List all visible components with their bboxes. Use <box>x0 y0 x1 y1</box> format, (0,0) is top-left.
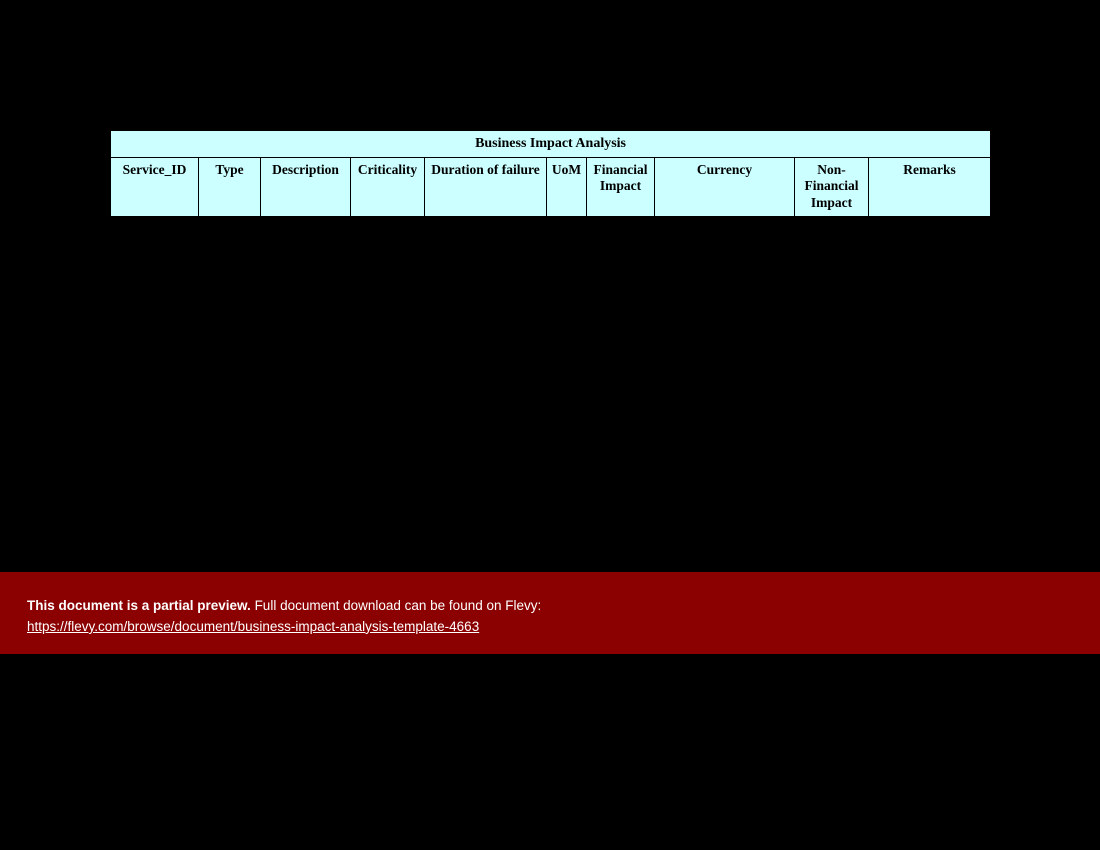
col-remarks: Remarks <box>869 157 991 217</box>
bia-table-container: Business Impact Analysis Service_ID Type… <box>110 130 990 217</box>
col-financial-impact: Financial Impact <box>587 157 655 217</box>
page-root: Business Impact Analysis Service_ID Type… <box>0 0 1100 850</box>
banner-bold-text: This document is a partial preview. <box>27 598 251 613</box>
banner-link[interactable]: https://flevy.com/browse/document/busine… <box>27 619 479 634</box>
col-service-id: Service_ID <box>111 157 199 217</box>
col-criticality: Criticality <box>351 157 425 217</box>
col-non-financial-impact: Non-Financial Impact <box>795 157 869 217</box>
banner-rest-text: Full document download can be found on F… <box>251 598 541 613</box>
preview-banner: This document is a partial preview. Full… <box>0 572 1100 654</box>
col-currency: Currency <box>655 157 795 217</box>
col-type: Type <box>199 157 261 217</box>
col-uom: UoM <box>547 157 587 217</box>
bia-table: Business Impact Analysis Service_ID Type… <box>110 130 991 217</box>
col-description: Description <box>261 157 351 217</box>
col-duration-of-failure: Duration of failure <box>425 157 547 217</box>
table-title: Business Impact Analysis <box>111 131 991 158</box>
